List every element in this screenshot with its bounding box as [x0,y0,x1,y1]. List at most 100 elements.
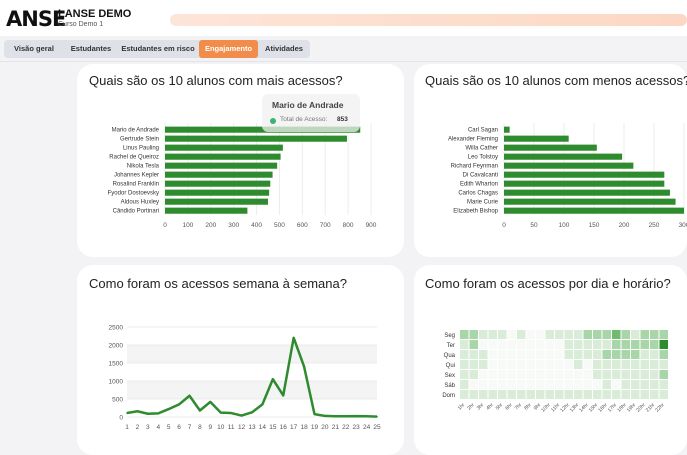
heatmap-cell [517,360,526,369]
tab-estudantes-em-risco[interactable]: Estudantes em risco [119,42,197,56]
category-label: Di Cavalcanti [463,172,498,178]
heatmap-card: Como foram os acessos por dia e horário?… [414,265,687,455]
heatmap-cell [536,390,545,399]
heatmap-cell [507,370,516,379]
tooltip-name: Mario de Andrade [272,100,344,110]
x-tick-label: 300 [228,222,239,229]
data-point [157,412,160,415]
x-tick-label: 100 [182,222,193,229]
heatmap-cell [488,390,497,399]
heatmap-cell [564,350,573,359]
heatmap-cell [602,370,611,379]
weekly-accesses-card: Como foram os acessos semana à semana? 0… [77,265,404,455]
heatmap-cell [479,370,488,379]
x-tick-label: 25 [373,424,381,431]
heatmap-cell [526,370,535,379]
heatmap-cell [612,330,621,339]
heatmap-cell [593,350,602,359]
bar [165,153,281,160]
bar [504,180,665,187]
heatmap-cell [479,350,488,359]
chart-tooltip: Mario de Andrade Total de Acesso: 853 [262,94,360,132]
bar [504,207,684,214]
x-tick-label: 11 [228,424,235,431]
heatmap-cell [488,340,497,349]
heatmap-cell [564,330,573,339]
heatmap-cell [526,390,535,399]
x-tick-label: 1 [125,424,129,431]
heatmap-cell [659,390,668,399]
heatmap-cell [488,360,497,369]
heatmap-chart: Seg Ter Qua Qui Sex Sáb Dom1hr 2hr 3hr 4hr 5hr 6hr 7… [442,330,668,413]
x-tick-label: 24 [363,424,371,431]
y-tick-label: 0 [119,415,123,422]
category-label: Elizabeth Bishop [453,208,498,214]
heatmap-cell [555,360,564,369]
data-point [178,403,180,406]
tab-atividades[interactable]: Atividades [260,42,308,56]
app-header: ANSE LANSE DEMO Curso Demo 1 [0,0,687,36]
heatmap-row-label: Seg [444,333,455,339]
x-tick-label: 0 [502,222,506,229]
bar [504,144,597,151]
heatmap-cell [469,370,478,379]
heatmap-cell [640,330,649,339]
x-tick-label: 200 [205,222,216,229]
x-tick-label: 100 [559,222,570,229]
heatmap-cell [564,380,573,389]
heatmap-cell [650,370,659,379]
heatmap-cell [593,360,602,369]
heatmap-cell [602,390,611,399]
heatmap-cell [469,380,478,389]
heatmap-cell [460,360,469,369]
x-tick-label: 15 [269,424,277,431]
heatmap-cell [640,390,649,399]
tab-visao-geral[interactable]: Visão geral [6,42,62,56]
heatmap-cell [631,330,640,339]
heatmap-cell [488,380,497,389]
heatmap-cell [526,340,535,349]
bar [165,198,268,205]
data-point [240,414,243,417]
heatmap-cell [479,340,488,349]
heatmap-cell [650,340,659,349]
heatmap-row-label: Qua [444,353,456,359]
category-label: Linus Pauling [123,145,159,151]
data-point [272,378,274,380]
heatmap-cell [621,340,630,349]
category-label: Cândido Portinari [113,208,159,214]
heatmap-cell [659,380,668,389]
x-tick-label: 17 [290,424,298,431]
heatmap-cell [498,370,507,379]
y-tick-label: 1000 [109,379,124,386]
category-label: Carlos Chagas [458,190,498,196]
heatmap-cell [621,360,630,369]
heatmap-cell [555,350,564,359]
heatmap-cell [555,330,564,339]
heatmap-cell [545,380,554,389]
heatmap-cell [650,350,659,359]
heatmap-column-label: 6hr [504,402,514,412]
x-tick-label: 800 [343,222,354,229]
app-logo[interactable]: ANSE [6,7,66,31]
x-tick-label: 16 [280,424,288,431]
tab-estudantes[interactable]: Estudantes [66,42,116,56]
category-label: Marie Curie [467,199,499,205]
x-tick-label: 7 [188,424,192,431]
x-tick-label: 150 [589,222,600,229]
heatmap-cell [526,360,535,369]
heatmap-cell [526,380,535,389]
x-tick-label: 50 [530,222,538,229]
heatmap-cell [631,370,640,379]
heatmap-cell [460,330,469,339]
data-point [261,403,264,406]
tooltip-value: 853 [337,116,348,123]
heatmap-cell [498,350,507,359]
tab-engajamento[interactable]: Engajamento [199,40,258,58]
category-label: Aldous Huxley [121,199,159,205]
heatmap-cell [574,390,583,399]
heatmap-cell [517,370,526,379]
heatmap-cell [545,390,554,399]
category-label: Gertrude Stein [120,136,159,142]
heatmap-cell [488,370,497,379]
